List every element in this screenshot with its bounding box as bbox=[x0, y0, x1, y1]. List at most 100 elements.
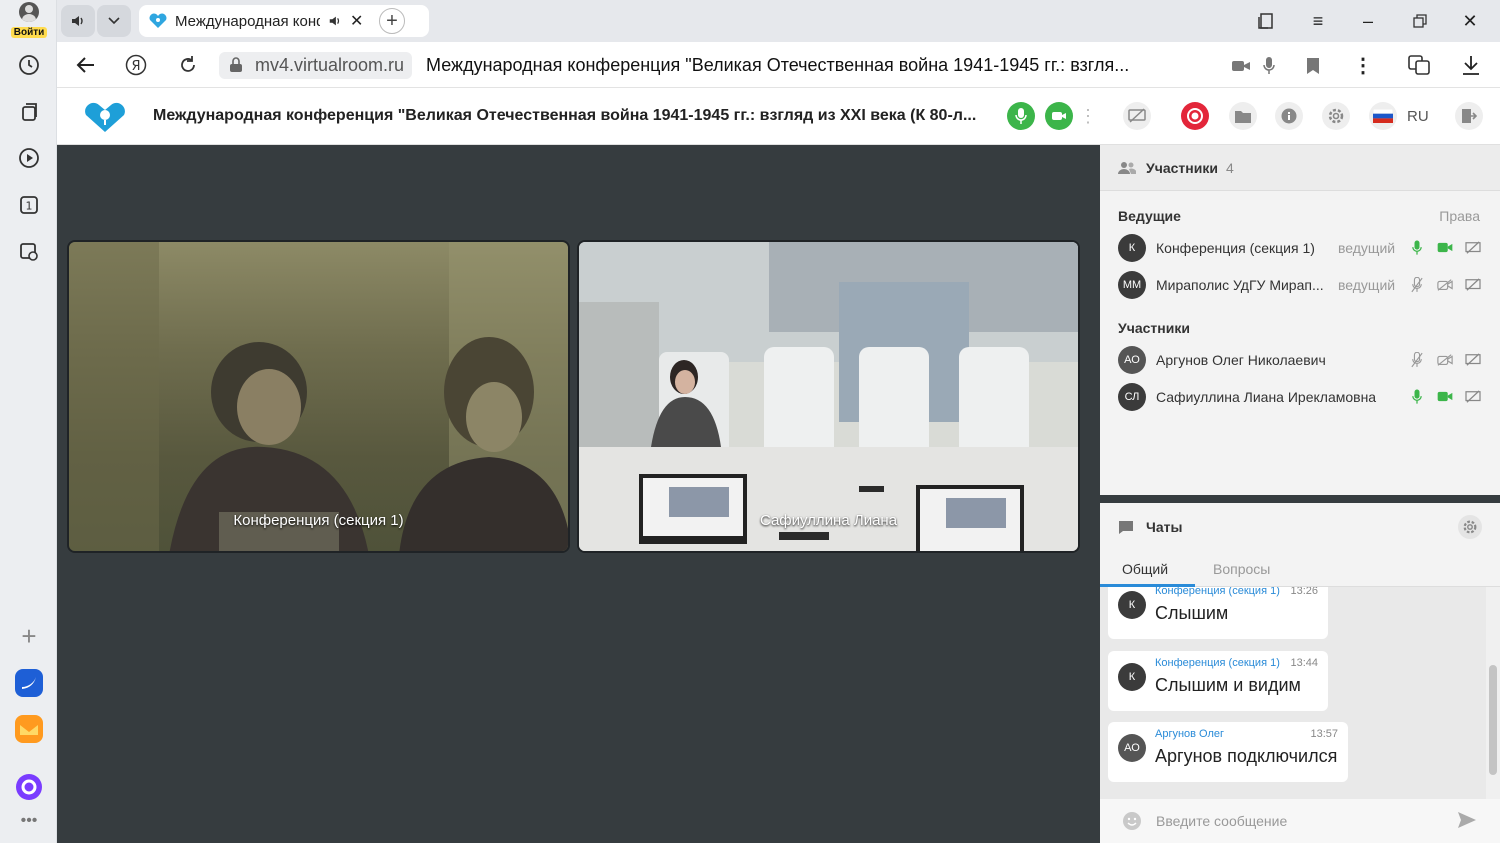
yandex-icon[interactable]: Я bbox=[123, 52, 149, 78]
panel-divider[interactable] bbox=[1100, 495, 1500, 503]
svg-text:Я: Я bbox=[131, 59, 140, 74]
participants-title: Участники bbox=[1146, 159, 1218, 176]
tabs-list-chevron-icon[interactable] bbox=[97, 5, 131, 37]
camera-toggle-button[interactable] bbox=[1045, 102, 1073, 130]
login-button[interactable]: Войти bbox=[8, 2, 50, 38]
avatar: К bbox=[1118, 663, 1146, 691]
mic-permission-icon[interactable] bbox=[1259, 56, 1279, 76]
camera-on-icon[interactable] bbox=[1436, 239, 1454, 257]
tile-name: Конференция (секция 1) bbox=[233, 512, 404, 529]
close-window-icon[interactable]: ✕ bbox=[1459, 10, 1481, 32]
video-tile[interactable]: Сафиуллина Лиана bbox=[577, 240, 1080, 553]
right-panel: Участники 4 Ведущие Права К Конференция … bbox=[1090, 145, 1500, 843]
language-label[interactable]: RU bbox=[1407, 108, 1429, 125]
bookmark-icon[interactable] bbox=[1303, 56, 1323, 76]
russian-flag-icon[interactable] bbox=[1369, 102, 1397, 130]
more-icon[interactable]: ••• bbox=[14, 806, 44, 836]
chat-settings-gear-icon[interactable] bbox=[1458, 515, 1482, 539]
minimize-icon[interactable]: – bbox=[1357, 10, 1379, 32]
files-button[interactable] bbox=[1229, 102, 1257, 130]
alice-icon[interactable] bbox=[14, 772, 44, 802]
participant-row[interactable]: К Конференция (секция 1) ведущий bbox=[1100, 229, 1500, 266]
avatar: К bbox=[1118, 233, 1146, 262]
media-settings-icon[interactable]: ⋮ bbox=[1079, 106, 1097, 126]
screenshot-icon[interactable] bbox=[14, 237, 44, 267]
message-time: 13:57 bbox=[1310, 728, 1338, 740]
mic-off-icon[interactable] bbox=[1408, 351, 1426, 369]
chat-messages[interactable]: К Конференция (секция 1) 13:26 Слышим К … bbox=[1100, 587, 1500, 799]
participant-name: Аргунов Олег Николаевич bbox=[1156, 351, 1326, 368]
exit-button[interactable] bbox=[1455, 102, 1483, 130]
info-button[interactable] bbox=[1275, 102, 1303, 130]
members-section-label: Участники bbox=[1100, 303, 1500, 341]
play-icon[interactable] bbox=[14, 143, 44, 173]
chat-scrollbar[interactable] bbox=[1486, 587, 1500, 799]
tab-general[interactable]: Общий bbox=[1122, 561, 1168, 577]
add-panel-icon[interactable]: + bbox=[14, 621, 44, 651]
mic-off-icon[interactable] bbox=[1408, 276, 1426, 294]
message-author[interactable]: Аргунов Олег bbox=[1155, 728, 1224, 740]
camera-off-icon[interactable] bbox=[1436, 276, 1454, 294]
bookmarks-icon[interactable] bbox=[1255, 10, 1277, 32]
participants-header[interactable]: Участники 4 bbox=[1100, 145, 1500, 191]
translate-icon[interactable] bbox=[1407, 54, 1431, 76]
emoji-icon[interactable] bbox=[1122, 811, 1142, 831]
hosts-section-label: Ведущие Права bbox=[1100, 191, 1500, 229]
mic-on-icon[interactable] bbox=[1408, 388, 1426, 406]
video-tile[interactable]: Конференция (секция 1) bbox=[67, 240, 570, 553]
tab-questions[interactable]: Вопросы bbox=[1213, 561, 1270, 577]
video-feed-safiullina bbox=[579, 242, 1078, 551]
message-input[interactable]: Введите сообщение bbox=[1100, 799, 1500, 843]
lock-icon[interactable] bbox=[229, 56, 243, 73]
message-text: Слышим bbox=[1155, 603, 1229, 623]
tab-audio-icon[interactable] bbox=[61, 5, 95, 37]
avatar: К bbox=[1118, 591, 1146, 619]
screen-off-icon[interactable] bbox=[1464, 351, 1482, 369]
participant-name: Конференция (секция 1) bbox=[1156, 239, 1315, 256]
messenger-icon[interactable] bbox=[14, 668, 44, 698]
url-field[interactable]: mv4.virtualroom.ru Международная конфере… bbox=[219, 50, 1219, 80]
new-tab-button[interactable]: + bbox=[379, 8, 405, 34]
chat-tabs: Общий Вопросы bbox=[1100, 551, 1500, 587]
login-label: Войти bbox=[10, 27, 48, 38]
participant-role: ведущий bbox=[1338, 276, 1396, 293]
history-icon[interactable] bbox=[14, 50, 44, 80]
message-time: 13:44 bbox=[1290, 657, 1318, 669]
mic-on-icon[interactable] bbox=[1408, 239, 1426, 257]
message-author[interactable]: Конференция (секция 1) bbox=[1155, 657, 1280, 669]
profile-icon bbox=[19, 2, 39, 22]
menu-icon[interactable]: ≡ bbox=[1307, 10, 1329, 32]
mail-icon[interactable] bbox=[14, 714, 44, 744]
browser-menu-icon[interactable]: ⋮ bbox=[1353, 54, 1373, 77]
mic-toggle-button[interactable] bbox=[1007, 102, 1035, 130]
screen-off-icon[interactable] bbox=[1464, 388, 1482, 406]
participant-row[interactable]: АО Аргунов Олег Николаевич bbox=[1100, 341, 1500, 378]
video-feed-conference bbox=[69, 242, 568, 551]
tab-sound-icon[interactable] bbox=[328, 14, 342, 28]
camera-permission-icon[interactable] bbox=[1231, 56, 1251, 76]
participant-row[interactable]: СЛ Сафиуллина Лиана Ирекламовна bbox=[1100, 378, 1500, 415]
screen-off-icon[interactable] bbox=[1464, 239, 1482, 257]
chat-message: АО Аргунов Олег 13:57 Аргунов подключилс… bbox=[1108, 722, 1348, 782]
message-author[interactable]: Конференция (секция 1) bbox=[1155, 587, 1280, 597]
chat-title: Чаты bbox=[1146, 519, 1183, 535]
reload-icon[interactable] bbox=[175, 52, 201, 78]
collections-icon[interactable] bbox=[14, 97, 44, 127]
tab-close-icon[interactable]: ✕ bbox=[350, 11, 363, 31]
back-icon[interactable] bbox=[73, 52, 99, 78]
send-icon[interactable] bbox=[1458, 812, 1476, 828]
participant-row[interactable]: ММ Мираполис УдГУ Мирап... ведущий bbox=[1100, 266, 1500, 303]
settings-gear-icon[interactable] bbox=[1322, 102, 1350, 130]
camera-on-icon[interactable] bbox=[1436, 388, 1454, 406]
counter-icon[interactable]: 1 bbox=[14, 190, 44, 220]
download-icon[interactable] bbox=[1459, 54, 1483, 76]
scrollbar-thumb[interactable] bbox=[1489, 665, 1497, 775]
camera-off-icon[interactable] bbox=[1436, 351, 1454, 369]
rights-link[interactable]: Права bbox=[1439, 208, 1480, 224]
tile-name: Сафиуллина Лиана bbox=[759, 512, 898, 529]
screen-off-icon[interactable] bbox=[1464, 276, 1482, 294]
screen-share-button[interactable] bbox=[1123, 102, 1151, 130]
restore-icon[interactable] bbox=[1409, 10, 1431, 32]
record-button[interactable] bbox=[1181, 102, 1209, 130]
members-label: Участники bbox=[1118, 320, 1190, 336]
